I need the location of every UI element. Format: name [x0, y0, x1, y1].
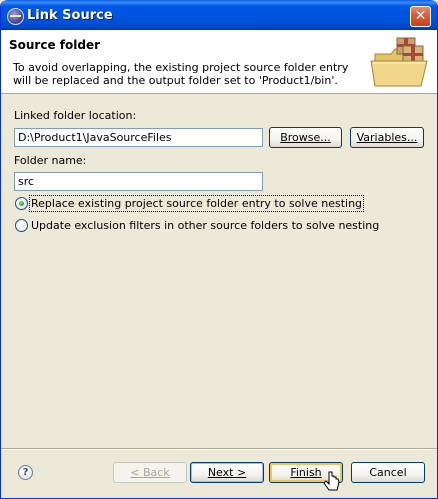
replace-entry-label[interactable]: Replace existing project source folder e…	[28, 195, 365, 212]
folder-name-input[interactable]: src	[14, 172, 263, 191]
link-source-dialog: Link Source ✕ Source folder To avoid ove…	[0, 0, 438, 499]
replace-entry-radio[interactable]	[15, 197, 28, 210]
mouse-pointer-icon	[323, 471, 340, 491]
next-button[interactable]: Next >	[190, 462, 264, 483]
next-button-label: Next >	[207, 466, 247, 479]
window-title: Link Source	[27, 8, 113, 23]
variables-button-label: Variables...	[356, 131, 418, 144]
linked-folder-label: Linked folder location:	[14, 109, 137, 122]
eclipse-icon	[7, 8, 24, 25]
close-button[interactable]: ✕	[410, 6, 431, 27]
variables-button[interactable]: Variables...	[350, 127, 424, 148]
browse-button-label: Browse...	[280, 131, 331, 144]
cancel-button[interactable]: Cancel	[351, 462, 425, 483]
help-icon[interactable]: ?	[18, 465, 33, 480]
folder-name-label: Folder name:	[14, 154, 87, 167]
update-filters-radio[interactable]	[15, 219, 28, 232]
update-filters-label[interactable]: Update exclusion filters in other source…	[31, 219, 379, 232]
page-title: Source folder	[9, 38, 101, 52]
wizard-header: Source folder To avoid overlapping, the …	[1, 30, 437, 94]
back-button-label: < Back	[130, 466, 170, 479]
folder-package-icon	[370, 37, 428, 87]
page-description: To avoid overlapping, the existing proje…	[13, 61, 349, 87]
back-button[interactable]: < Back	[113, 462, 187, 483]
browse-button[interactable]: Browse...	[269, 127, 342, 148]
finish-button-label: Finish	[290, 466, 322, 479]
footer-separator	[1, 448, 437, 450]
close-icon: ✕	[414, 8, 427, 24]
title-bar[interactable]: Link Source ✕	[1, 0, 437, 30]
cancel-button-label: Cancel	[369, 466, 407, 479]
linked-folder-input[interactable]: D:\Product1\JavaSourceFiles	[14, 128, 263, 147]
